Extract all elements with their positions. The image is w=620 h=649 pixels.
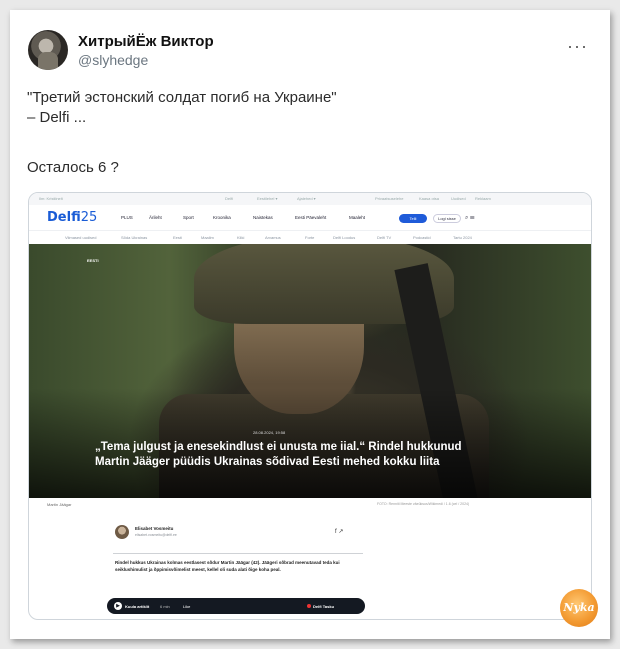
- logo-text: Delfi: [47, 210, 81, 225]
- sub-nav-item[interactable]: Viimased uudised: [65, 235, 97, 240]
- site-top-bar: Ilm: Kristiinelt Delfi Eestilehel ▾ Ajal…: [29, 193, 591, 205]
- tweet-text-line-1: "Третий эстонский солдат погиб на Украин…: [27, 89, 337, 106]
- article-headline[interactable]: „Tema julgust ja enesekindlust ei unusta…: [95, 440, 495, 470]
- nav-item-arileht[interactable]: Ärileht: [149, 215, 162, 220]
- search-icon[interactable]: ⌕: [465, 215, 468, 221]
- top-bar-item: Delfi: [225, 196, 234, 201]
- article-lead: Rindel hukkus Ukrainas kolmas eestlasest…: [115, 560, 340, 572]
- top-bar-item: Kaasa otsa: [419, 196, 440, 201]
- nav-item-maaleht[interactable]: Maaleht: [349, 215, 365, 220]
- subscribe-button[interactable]: Telli: [399, 214, 427, 223]
- hero-date: 28.08.2024, 19:58: [253, 430, 286, 435]
- article-author-email[interactable]: elisabet.vosmeitu@delfi.ee: [135, 533, 177, 537]
- brand-dot-icon: [307, 604, 311, 608]
- top-bar-item: Ajalehed ▾: [297, 196, 316, 201]
- login-button[interactable]: Logi sisse: [433, 214, 461, 223]
- sub-nav: Viimased uudised Sõda Ukrainas Eesti Maa…: [29, 231, 591, 244]
- nav-item-plus[interactable]: PLUS: [121, 215, 133, 220]
- tweet-header: ХитрыйЁж Виктор @slyhedge ···: [28, 30, 592, 72]
- hero-image[interactable]: EESTI 28.08.2024, 19:58 „Tema julgust ja…: [29, 244, 591, 498]
- nav-item-sport[interactable]: Sport: [183, 215, 194, 220]
- author-avatar[interactable]: [115, 525, 129, 539]
- sub-nav-item[interactable]: Kliki: [237, 235, 244, 240]
- sub-nav-item[interactable]: Forte: [305, 235, 314, 240]
- more-horizontal-icon[interactable]: ···: [567, 36, 588, 57]
- delfi-logo[interactable]: Delfi25: [47, 210, 97, 225]
- nav-item-naistekas[interactable]: Naistekas: [253, 215, 273, 220]
- top-bar-item: Eestilehel ▾: [257, 196, 278, 201]
- play-icon[interactable]: ▶: [114, 602, 122, 610]
- top-bar-item: Ilm: Kristiinelt: [39, 196, 63, 201]
- tweet-text-line-2: – Delfi ...: [27, 109, 87, 126]
- share-icons[interactable]: f ↗: [335, 528, 343, 535]
- author-handle[interactable]: @slyhedge: [78, 52, 148, 68]
- logo-suffix: 25: [80, 210, 98, 225]
- nyka-watermark-logo: Nyka: [560, 589, 598, 627]
- top-bar-item: Uudised: [451, 196, 466, 201]
- listen-label[interactable]: Kuula artiklit: [125, 604, 149, 609]
- sub-nav-item[interactable]: Tartu 2024: [453, 235, 472, 240]
- avatar[interactable]: [28, 30, 68, 70]
- like-button[interactable]: Like: [183, 604, 190, 609]
- duration-label: 6 min: [160, 604, 170, 609]
- sub-nav-item[interactable]: Podcastid: [413, 235, 431, 240]
- sub-nav-item[interactable]: Sõda Ukrainas: [121, 235, 147, 240]
- article-author-name[interactable]: Elisabet Vosmeitu: [135, 526, 173, 531]
- site-nav: Delfi25 PLUS Ärileht Sport Kroonika Nais…: [29, 205, 591, 231]
- embedded-screenshot[interactable]: Ilm: Kristiinelt Delfi Eestilehel ▾ Ajal…: [28, 192, 592, 620]
- top-bar-item: Reklaam: [475, 196, 491, 201]
- sub-nav-item[interactable]: Delfi TV: [377, 235, 391, 240]
- menu-icon[interactable]: ☰: [470, 215, 475, 221]
- search-menu-icons[interactable]: ⌕ ☰: [465, 215, 475, 222]
- sub-nav-item[interactable]: Eesti: [173, 235, 182, 240]
- audio-player[interactable]: ▶ Kuula artiklit 6 min Like Delfi Tasku: [107, 598, 365, 614]
- sub-nav-item[interactable]: Arvamus: [265, 235, 281, 240]
- photo-credit: FOTO: Renniti Meeste väeüksus/Wikimedi /…: [377, 502, 470, 506]
- author-name[interactable]: ХитрыйЁж Виктор: [78, 33, 214, 50]
- sub-nav-item[interactable]: Delfi Loodus: [333, 235, 355, 240]
- tweet-card: ХитрыйЁж Виктор @slyhedge ··· "Третий эс…: [10, 10, 610, 639]
- nav-item-epl[interactable]: Eesti Päevaleht: [295, 215, 326, 220]
- photo-caption: Martin Jäägar: [47, 502, 72, 507]
- hero-section-tag[interactable]: EESTI: [87, 258, 99, 263]
- divider: [113, 553, 363, 554]
- tweet-text-line-3: Осталось 6 ?: [27, 159, 119, 176]
- sub-nav-item[interactable]: Maailm: [201, 235, 214, 240]
- top-bar-item: Privaatsuselehe: [375, 196, 404, 201]
- nav-item-kroonika[interactable]: Kroonika: [213, 215, 231, 220]
- brand-label[interactable]: Delfi Tasku: [313, 604, 334, 609]
